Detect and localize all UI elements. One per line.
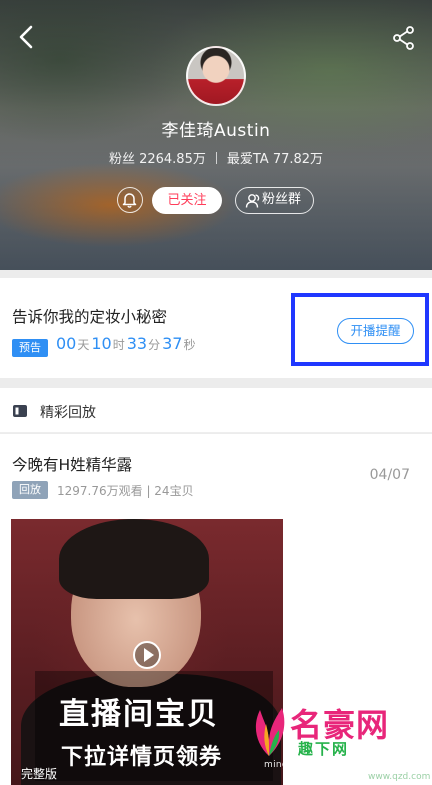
watermark-logo-icon (255, 708, 285, 756)
love-count: 最爱TA 77.82万 (226, 152, 324, 167)
live-preview-title: 告诉你我的定妆小秘密 (12, 308, 168, 326)
countdown-hour-unit: 时 (112, 338, 125, 352)
countdown-minutes: 33 (126, 334, 148, 353)
thumbnail-overlay-line1: 直播间宝贝 (59, 697, 219, 732)
watermark-url: www.qzd.com (368, 772, 431, 782)
countdown-minute-unit: 分 (148, 338, 161, 352)
replay-section-title: 精彩回放 (40, 405, 96, 421)
watermark-pinyin: minghaoshangwu.com (264, 760, 372, 770)
watermark: 名豪网 趣下网 minghaoshangwu.com www.qzd.com (240, 690, 432, 785)
play-icon[interactable] (133, 641, 161, 669)
replay-item-meta: 1297.76万观看 | 24宝贝 (57, 484, 194, 498)
fans-count: 粉丝 2264.85万 (108, 152, 206, 167)
replay-video-icon (13, 405, 27, 417)
fans-group-label: 粉丝群 (262, 192, 302, 207)
countdown-hours: 10 (91, 334, 112, 353)
stats-divider (215, 152, 217, 164)
preview-badge: 预告 (12, 339, 48, 357)
live-remind-button[interactable]: 开播提醒 (337, 318, 414, 344)
share-icon[interactable] (390, 24, 418, 52)
replay-item-title: 今晚有H姓精华露 (12, 456, 133, 474)
replay-item-date: 04/07 (369, 467, 410, 483)
full-version-label: 完整版 (21, 767, 58, 781)
countdown-day-unit: 天 (77, 338, 90, 352)
follow-button[interactable]: 已关注 (152, 187, 222, 214)
live-preview-card[interactable]: 告诉你我的定妆小秘密 预告 00天 10时 33分 37秒 开播提醒 (0, 278, 432, 378)
profile-stats: 粉丝 2264.85万 最爱TA 77.82万 (0, 148, 432, 167)
avatar[interactable] (186, 46, 246, 106)
countdown-days: 00 (56, 334, 77, 353)
fans-group-icon (245, 194, 260, 208)
back-arrow-icon[interactable] (12, 22, 42, 52)
thumbnail-hair-shape (59, 519, 209, 599)
thumbnail-overlay-line2: 下拉详情页领券 (61, 745, 223, 770)
countdown-second-unit: 秒 (183, 338, 196, 352)
anchor-name: 李佳琦Austin (161, 121, 271, 141)
replay-badge: 回放 (12, 481, 48, 499)
countdown-seconds: 37 (162, 334, 183, 353)
profile-header-content: 李佳琦Austin 粉丝 2264.85万 最爱TA 77.82万 已关注 粉丝群 (0, 0, 432, 270)
countdown: 00天 10时 33分 37秒 (56, 334, 198, 353)
bell-icon[interactable] (117, 187, 143, 213)
fans-group-button[interactable]: 粉丝群 (235, 187, 314, 214)
watermark-sub: 趣下网 (298, 740, 350, 758)
replay-section-header: 精彩回放 (0, 388, 432, 433)
